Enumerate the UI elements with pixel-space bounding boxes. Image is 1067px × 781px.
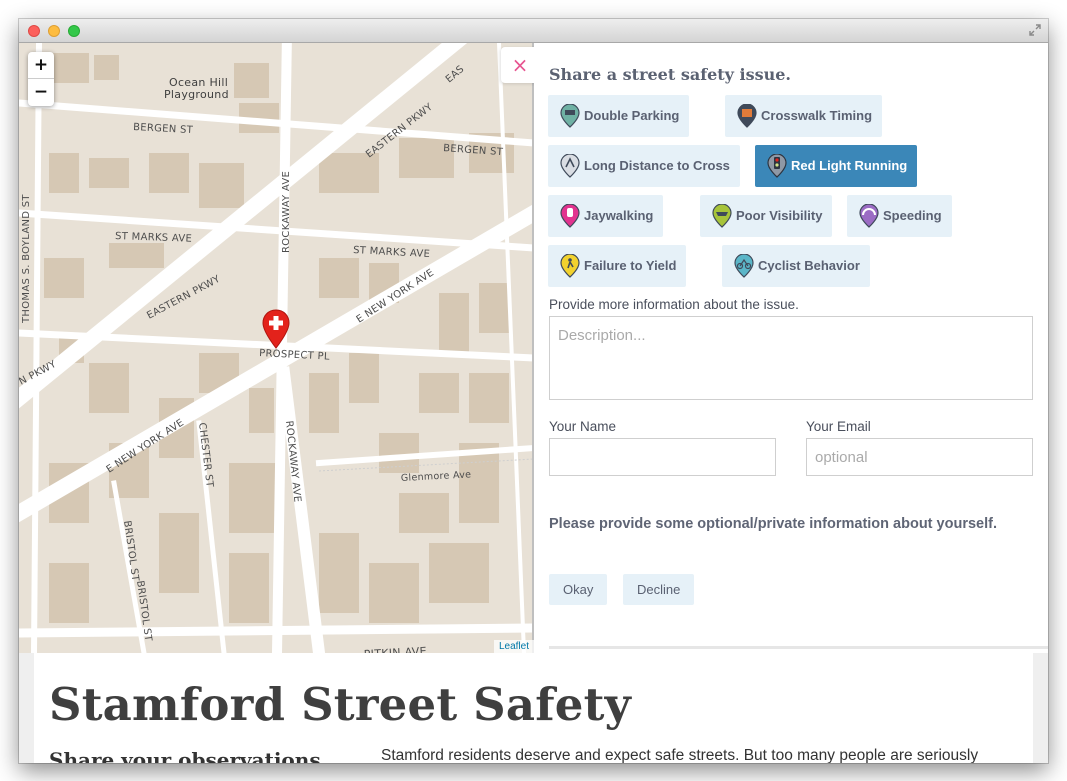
description-label: Provide more information about the issue… xyxy=(549,297,799,312)
category-jaywalking[interactable]: Jaywalking xyxy=(548,195,664,237)
category-crosswalk-timing[interactable]: Crosswalk Timing xyxy=(725,95,883,137)
category-label: Poor Visibility xyxy=(736,208,823,223)
map-label-thomas: THOMAS S. BOYLAND ST xyxy=(21,194,32,324)
minimize-window-button[interactable] xyxy=(48,25,60,37)
location-marker[interactable] xyxy=(262,309,290,354)
red-light-icon xyxy=(767,154,787,178)
page-title: Stamford Street Safety xyxy=(49,678,631,731)
intro-paragraph: Stamford residents deserve and expect sa… xyxy=(381,747,979,763)
close-window-button[interactable] xyxy=(28,25,40,37)
double-parking-icon xyxy=(560,104,580,128)
category-speeding[interactable]: Speeding xyxy=(847,195,952,237)
zoom-in-button[interactable]: + xyxy=(28,52,54,78)
speeding-icon xyxy=(859,204,879,228)
failure-to-yield-icon xyxy=(560,254,580,278)
content-card: Stamford Street Safety Share your observ… xyxy=(34,653,1033,763)
long-distance-icon xyxy=(560,154,580,178)
category-label: Speeding xyxy=(883,208,942,223)
name-input[interactable] xyxy=(549,438,776,476)
name-label: Your Name xyxy=(549,419,617,434)
cyclist-icon xyxy=(734,254,754,278)
email-label: Your Email xyxy=(806,419,871,434)
category-label: Failure to Yield xyxy=(584,258,677,273)
category-long-distance[interactable]: Long Distance to Cross xyxy=(548,145,740,187)
description-textarea[interactable] xyxy=(549,316,1033,400)
email-input[interactable] xyxy=(806,438,1033,476)
category-label: Cyclist Behavior xyxy=(758,258,860,273)
jaywalking-icon xyxy=(560,204,580,228)
crosswalk-timing-icon xyxy=(737,104,757,128)
panel-divider xyxy=(549,646,1048,649)
category-cyclist-behavior[interactable]: Cyclist Behavior xyxy=(722,245,870,287)
section-heading: Share your observations xyxy=(49,748,321,763)
category-label: Double Parking xyxy=(584,108,680,123)
category-label: Red Light Running xyxy=(791,158,908,173)
category-poor-visibility[interactable]: Poor Visibility xyxy=(700,195,833,237)
category-label: Crosswalk Timing xyxy=(761,108,873,123)
okay-button[interactable]: Okay xyxy=(549,574,608,605)
category-failure-to-yield[interactable]: Failure to Yield xyxy=(548,245,687,287)
map-label-park-2: Playground xyxy=(164,88,229,101)
zoom-control: + − xyxy=(28,52,54,106)
category-label: Jaywalking xyxy=(584,208,654,223)
title-bar xyxy=(19,19,1048,43)
map-pin-icon xyxy=(262,309,290,349)
map[interactable]: Ocean Hill Playground BERGEN ST BERGEN S… xyxy=(19,43,534,653)
category-red-light-running[interactable]: Red Light Running xyxy=(755,145,918,187)
panel-heading: Share a street safety issue. xyxy=(549,65,791,84)
private-info-question: Please provide some optional/private inf… xyxy=(549,516,997,532)
map-attribution-link[interactable]: Leaflet xyxy=(493,640,534,653)
category-label: Long Distance to Cross xyxy=(584,158,730,173)
decline-button[interactable]: Decline xyxy=(623,574,695,605)
category-double-parking[interactable]: Double Parking xyxy=(548,95,690,137)
report-panel: Share a street safety issue. Double Park… xyxy=(534,43,1048,653)
page-content: Stamford Street Safety Share your observ… xyxy=(19,653,1048,763)
browser-window: Ocean Hill Playground BERGEN ST BERGEN S… xyxy=(19,19,1048,763)
map-label-rockaway-north: ROCKAWAY AVE xyxy=(281,171,292,253)
zoom-out-button[interactable]: − xyxy=(28,78,54,106)
zoom-window-button[interactable] xyxy=(68,25,80,37)
fullscreen-icon[interactable] xyxy=(1028,23,1042,37)
poor-visibility-icon xyxy=(712,204,732,228)
